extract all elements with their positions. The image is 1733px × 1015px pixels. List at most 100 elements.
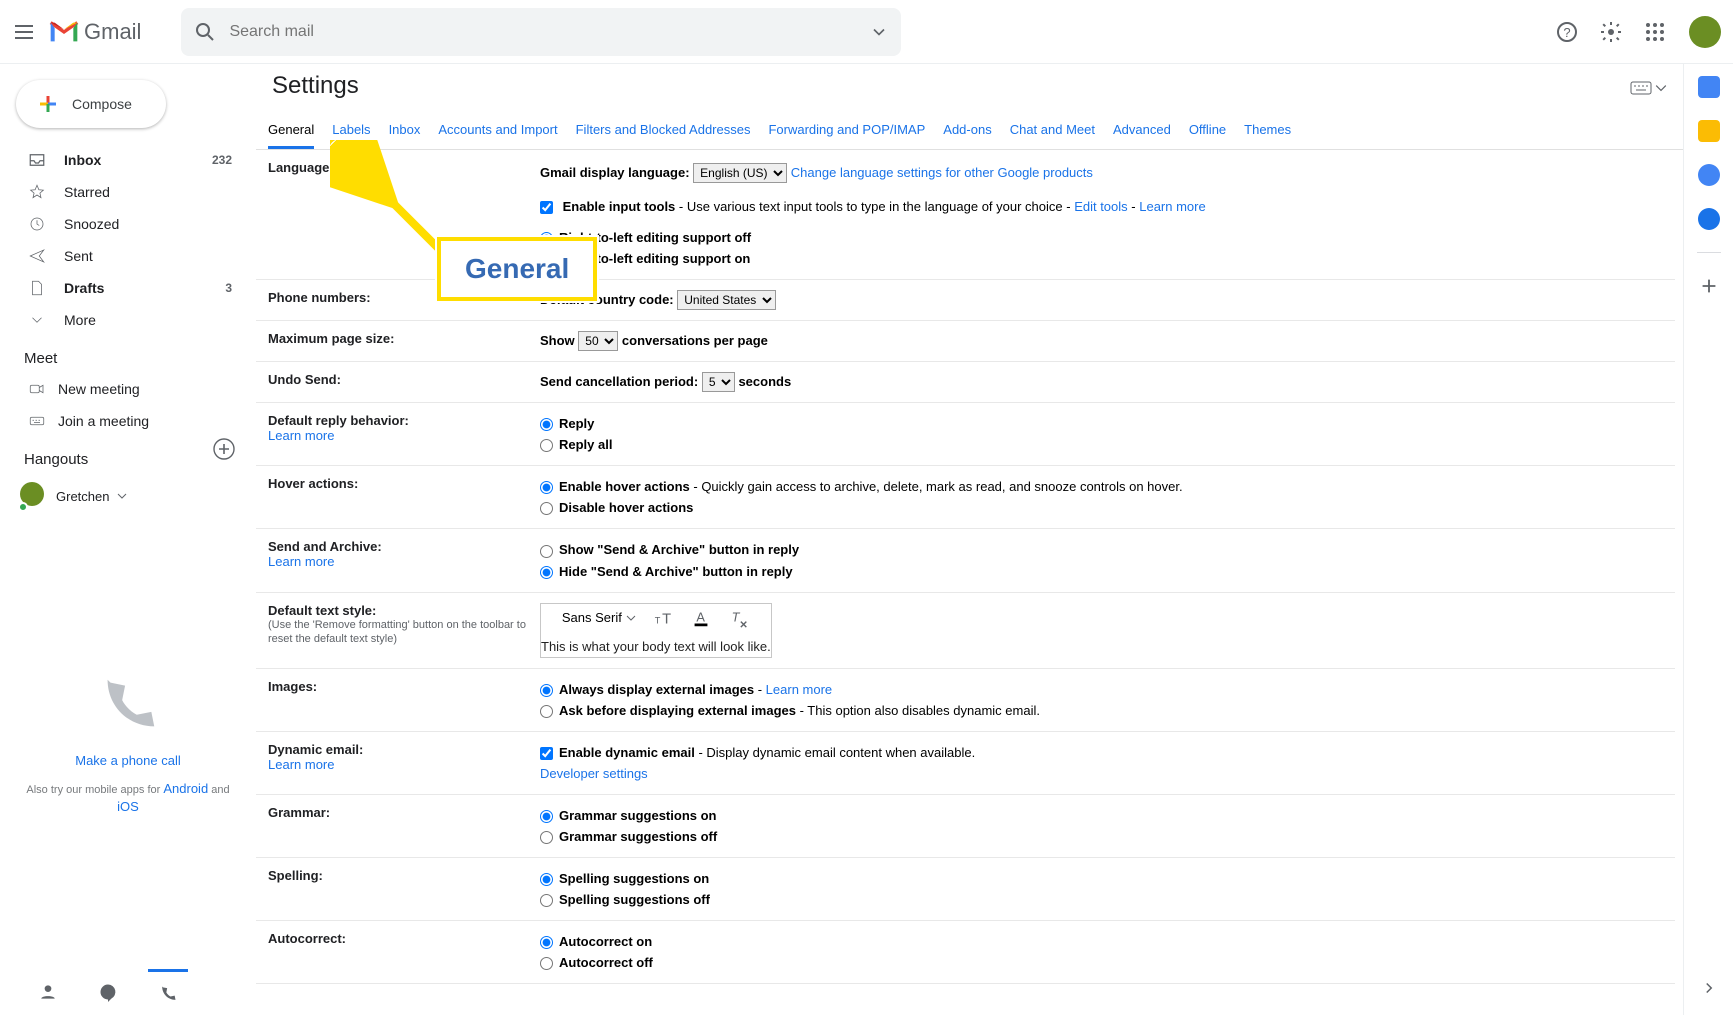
rtl-on-radio[interactable] bbox=[540, 253, 553, 266]
sidebar-item-sent[interactable]: Sent bbox=[0, 240, 256, 272]
tab-accounts-and-import[interactable]: Accounts and Import bbox=[438, 112, 557, 149]
enable-dynamic-checkbox[interactable] bbox=[540, 747, 553, 760]
tab-filters-and-blocked-addresses[interactable]: Filters and Blocked Addresses bbox=[576, 112, 751, 149]
search-input[interactable] bbox=[229, 23, 857, 41]
ask-images-radio[interactable] bbox=[540, 705, 553, 718]
send-icon bbox=[28, 247, 46, 265]
change-lang-link[interactable]: Change language settings for other Googl… bbox=[791, 165, 1093, 180]
reply-radio[interactable] bbox=[540, 418, 553, 431]
hangouts-self-row[interactable]: Gretchen bbox=[0, 474, 256, 518]
learn-more-link[interactable]: Learn more bbox=[766, 682, 832, 697]
ime-caret-icon[interactable] bbox=[1655, 82, 1667, 94]
rtl-off-radio[interactable] bbox=[540, 232, 553, 245]
developer-settings-link[interactable]: Developer settings bbox=[540, 763, 1663, 784]
settings-scroll[interactable]: Language: Gmail display language: Englis… bbox=[256, 150, 1683, 1015]
compose-button[interactable]: Compose bbox=[16, 80, 166, 128]
gmail-lang-label: Gmail display language: bbox=[540, 165, 690, 180]
grammar-off-radio[interactable] bbox=[540, 831, 553, 844]
tab-add-ons[interactable]: Add-ons bbox=[943, 112, 991, 149]
collapse-panel-icon[interactable] bbox=[1700, 979, 1718, 997]
meet-item-join-a-meeting[interactable]: Join a meeting bbox=[0, 405, 256, 437]
inbox-icon bbox=[28, 151, 46, 169]
keyboard-ime-icon[interactable] bbox=[1629, 76, 1653, 100]
hangouts-tab[interactable] bbox=[88, 969, 128, 1015]
edit-tools-link[interactable]: Edit tools bbox=[1074, 199, 1127, 214]
spelling-off-radio[interactable] bbox=[540, 894, 553, 907]
enable-hover-radio[interactable] bbox=[540, 481, 553, 494]
sidebar-item-snoozed[interactable]: Snoozed bbox=[0, 208, 256, 240]
star-icon bbox=[28, 183, 46, 201]
grammar-on-radio[interactable] bbox=[540, 810, 553, 823]
contacts-addon-icon[interactable] bbox=[1698, 208, 1720, 230]
text-style-row: Default text style: (Use the 'Remove for… bbox=[256, 593, 1675, 669]
account-avatar[interactable] bbox=[1689, 16, 1721, 48]
learn-more-link[interactable]: Learn more bbox=[268, 757, 540, 772]
disable-hover-radio[interactable] bbox=[540, 502, 553, 515]
sidebar-item-drafts[interactable]: Drafts3 bbox=[0, 272, 256, 304]
learn-more-link[interactable]: Learn more bbox=[268, 554, 540, 569]
spelling-on-radio[interactable] bbox=[540, 873, 553, 886]
apps-grid-icon[interactable] bbox=[1643, 20, 1667, 44]
remove-formatting-icon[interactable]: T bbox=[728, 607, 750, 629]
meet-section-header: Meet bbox=[0, 336, 256, 373]
tab-general[interactable]: General bbox=[268, 112, 314, 149]
tab-offline[interactable]: Offline bbox=[1189, 112, 1226, 149]
compose-label: Compose bbox=[72, 96, 132, 112]
meet-item-new-meeting[interactable]: New meeting bbox=[0, 373, 256, 405]
phone-tab[interactable] bbox=[148, 969, 188, 1015]
nav-count: 3 bbox=[225, 281, 232, 295]
text-style-editor: Sans Serif TT A T This is what your body… bbox=[540, 603, 772, 658]
hangouts-bubble-icon bbox=[98, 982, 118, 1002]
language-label: Language: bbox=[268, 160, 540, 175]
tab-chat-and-meet[interactable]: Chat and Meet bbox=[1010, 112, 1095, 149]
sidebar-item-inbox[interactable]: Inbox232 bbox=[0, 144, 256, 176]
sidebar: Compose Inbox232StarredSnoozedSentDrafts… bbox=[0, 64, 256, 1015]
search-bar[interactable] bbox=[181, 8, 901, 56]
hide-send-archive-radio[interactable] bbox=[540, 566, 553, 579]
undo-seconds-select[interactable]: 5 bbox=[702, 372, 735, 392]
show-send-archive-radio[interactable] bbox=[540, 545, 553, 558]
reply-all-radio[interactable] bbox=[540, 439, 553, 452]
search-icon[interactable] bbox=[193, 20, 217, 44]
country-code-select[interactable]: United States bbox=[677, 290, 776, 310]
gmail-icon bbox=[48, 20, 80, 44]
ios-link[interactable]: iOS bbox=[117, 799, 139, 814]
new-hangout-icon[interactable] bbox=[212, 437, 236, 461]
sidebar-item-starred[interactable]: Starred bbox=[0, 176, 256, 208]
gmail-lang-select[interactable]: English (US) bbox=[693, 163, 787, 183]
svg-text:A: A bbox=[696, 609, 705, 624]
hangouts-self-name: Gretchen bbox=[56, 489, 109, 504]
learn-more-link[interactable]: Learn more bbox=[268, 428, 540, 443]
gmail-logo[interactable]: Gmail bbox=[48, 19, 141, 45]
search-options-icon[interactable] bbox=[869, 22, 889, 42]
autocorrect-off-radio[interactable] bbox=[540, 957, 553, 970]
help-icon[interactable]: ? bbox=[1555, 20, 1579, 44]
learn-more-link[interactable]: Learn more bbox=[1139, 199, 1205, 214]
tab-themes[interactable]: Themes bbox=[1244, 112, 1291, 149]
text-color-icon[interactable]: A bbox=[690, 607, 712, 629]
menu-icon[interactable] bbox=[12, 20, 36, 44]
tab-labels[interactable]: Labels bbox=[332, 112, 370, 149]
sidebar-item-more[interactable]: More bbox=[0, 304, 256, 336]
autocorrect-on-radio[interactable] bbox=[540, 936, 553, 949]
settings-gear-icon[interactable] bbox=[1599, 20, 1623, 44]
get-addons-icon[interactable] bbox=[1698, 275, 1720, 297]
dropdown-caret-icon[interactable] bbox=[117, 491, 127, 501]
svg-text:T: T bbox=[662, 611, 671, 627]
calendar-addon-icon[interactable] bbox=[1698, 76, 1720, 98]
android-link[interactable]: Android bbox=[163, 781, 208, 796]
enable-input-tools-checkbox[interactable] bbox=[540, 201, 553, 214]
tab-forwarding-and-pop-imap[interactable]: Forwarding and POP/IMAP bbox=[768, 112, 925, 149]
font-family-select[interactable]: Sans Serif bbox=[562, 610, 636, 625]
page-size-select[interactable]: 50 bbox=[578, 331, 618, 351]
tab-advanced[interactable]: Advanced bbox=[1113, 112, 1171, 149]
nav-count: 232 bbox=[212, 153, 232, 167]
tab-inbox[interactable]: Inbox bbox=[389, 112, 421, 149]
always-images-radio[interactable] bbox=[540, 684, 553, 697]
phone-icon bbox=[93, 671, 163, 741]
make-phone-call-link[interactable]: Make a phone call bbox=[75, 753, 181, 768]
tasks-addon-icon[interactable] bbox=[1698, 164, 1720, 186]
contacts-tab[interactable] bbox=[28, 969, 68, 1015]
font-size-icon[interactable]: TT bbox=[652, 607, 674, 629]
keep-addon-icon[interactable] bbox=[1698, 120, 1720, 142]
